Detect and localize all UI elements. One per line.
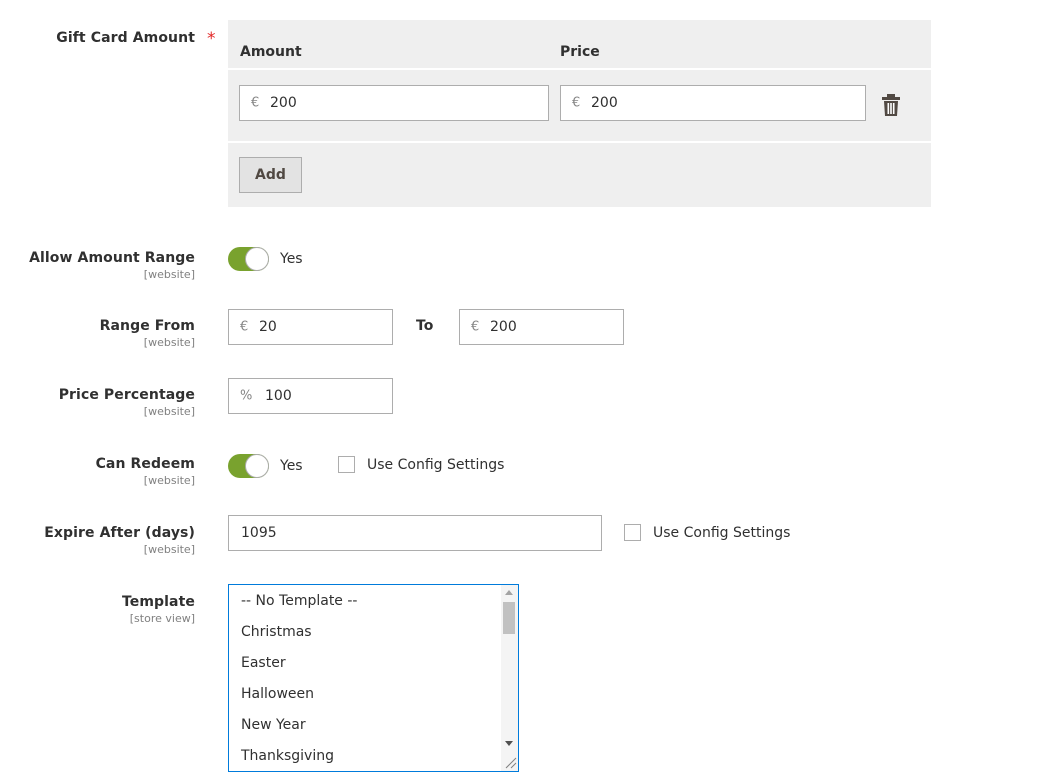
gift-card-amount-label: Gift Card Amount (56, 30, 195, 46)
currency-prefix: € (471, 319, 480, 335)
percent-prefix: % (240, 388, 253, 404)
toggle-knob (245, 454, 269, 478)
price-percentage-input[interactable] (265, 379, 388, 413)
price-input[interactable] (591, 86, 861, 120)
allow-amount-range-label: Allow Amount Range (29, 250, 195, 266)
template-listbox[interactable]: -- No Template -- Christmas Easter Hallo… (228, 584, 519, 772)
grid-divider (228, 68, 931, 70)
price-percentage-label: Price Percentage (58, 387, 195, 403)
price-percentage-field[interactable]: % (228, 378, 393, 414)
amount-input[interactable] (270, 86, 544, 120)
toggle-state-label: Yes (280, 458, 303, 474)
scrollbar-thumb[interactable] (503, 602, 515, 634)
use-config-settings-label[interactable]: Use Config Settings (653, 525, 790, 541)
template-option[interactable]: Thanksgiving (241, 748, 334, 764)
expire-after-input[interactable] (241, 516, 597, 550)
can-redeem-toggle[interactable] (228, 454, 269, 478)
range-from-input[interactable] (259, 310, 388, 344)
scope-label: [website] (143, 336, 195, 349)
template-option[interactable]: Easter (241, 655, 286, 671)
scope-label: [website] (143, 268, 195, 281)
range-to-field[interactable]: € (459, 309, 624, 345)
required-mark: * (207, 29, 216, 49)
range-to-input[interactable] (490, 310, 619, 344)
currency-prefix: € (251, 95, 260, 111)
expire-after-field[interactable] (228, 515, 602, 551)
grid-divider (228, 141, 931, 143)
can-redeem-use-config-checkbox[interactable] (338, 456, 355, 473)
resize-grip-icon[interactable] (503, 755, 517, 769)
trash-icon[interactable] (881, 93, 901, 117)
can-redeem-label: Can Redeem (95, 456, 195, 472)
range-from-label: Range From (99, 318, 195, 334)
add-button[interactable]: Add (239, 157, 302, 193)
allow-amount-range-toggle[interactable] (228, 247, 269, 271)
expire-after-label: Expire After (days) (44, 525, 195, 541)
scroll-up-arrow-icon[interactable] (505, 590, 513, 595)
scope-label: [website] (143, 405, 195, 418)
template-option[interactable]: Halloween (241, 686, 314, 702)
scope-label: [store view] (129, 612, 195, 625)
toggle-state-label: Yes (280, 251, 303, 267)
toggle-knob (245, 247, 269, 271)
scroll-down-arrow-icon[interactable] (505, 741, 513, 746)
use-config-settings-label[interactable]: Use Config Settings (367, 457, 504, 473)
template-option[interactable]: Christmas (241, 624, 312, 640)
currency-prefix: € (240, 319, 249, 335)
expire-after-use-config-checkbox[interactable] (624, 524, 641, 541)
listbox-scrollbar[interactable] (501, 585, 518, 771)
template-option[interactable]: -- No Template -- (241, 593, 357, 609)
scope-label: [website] (143, 543, 195, 556)
column-header-price: Price (560, 44, 600, 60)
range-from-field[interactable]: € (228, 309, 393, 345)
column-header-amount: Amount (240, 44, 302, 60)
amount-field[interactable]: € (239, 85, 549, 121)
scope-label: [website] (143, 474, 195, 487)
range-to-label: To (416, 318, 434, 334)
template-label: Template (121, 594, 195, 610)
currency-prefix: € (572, 95, 581, 111)
template-option[interactable]: New Year (241, 717, 306, 733)
price-field[interactable]: € (560, 85, 866, 121)
